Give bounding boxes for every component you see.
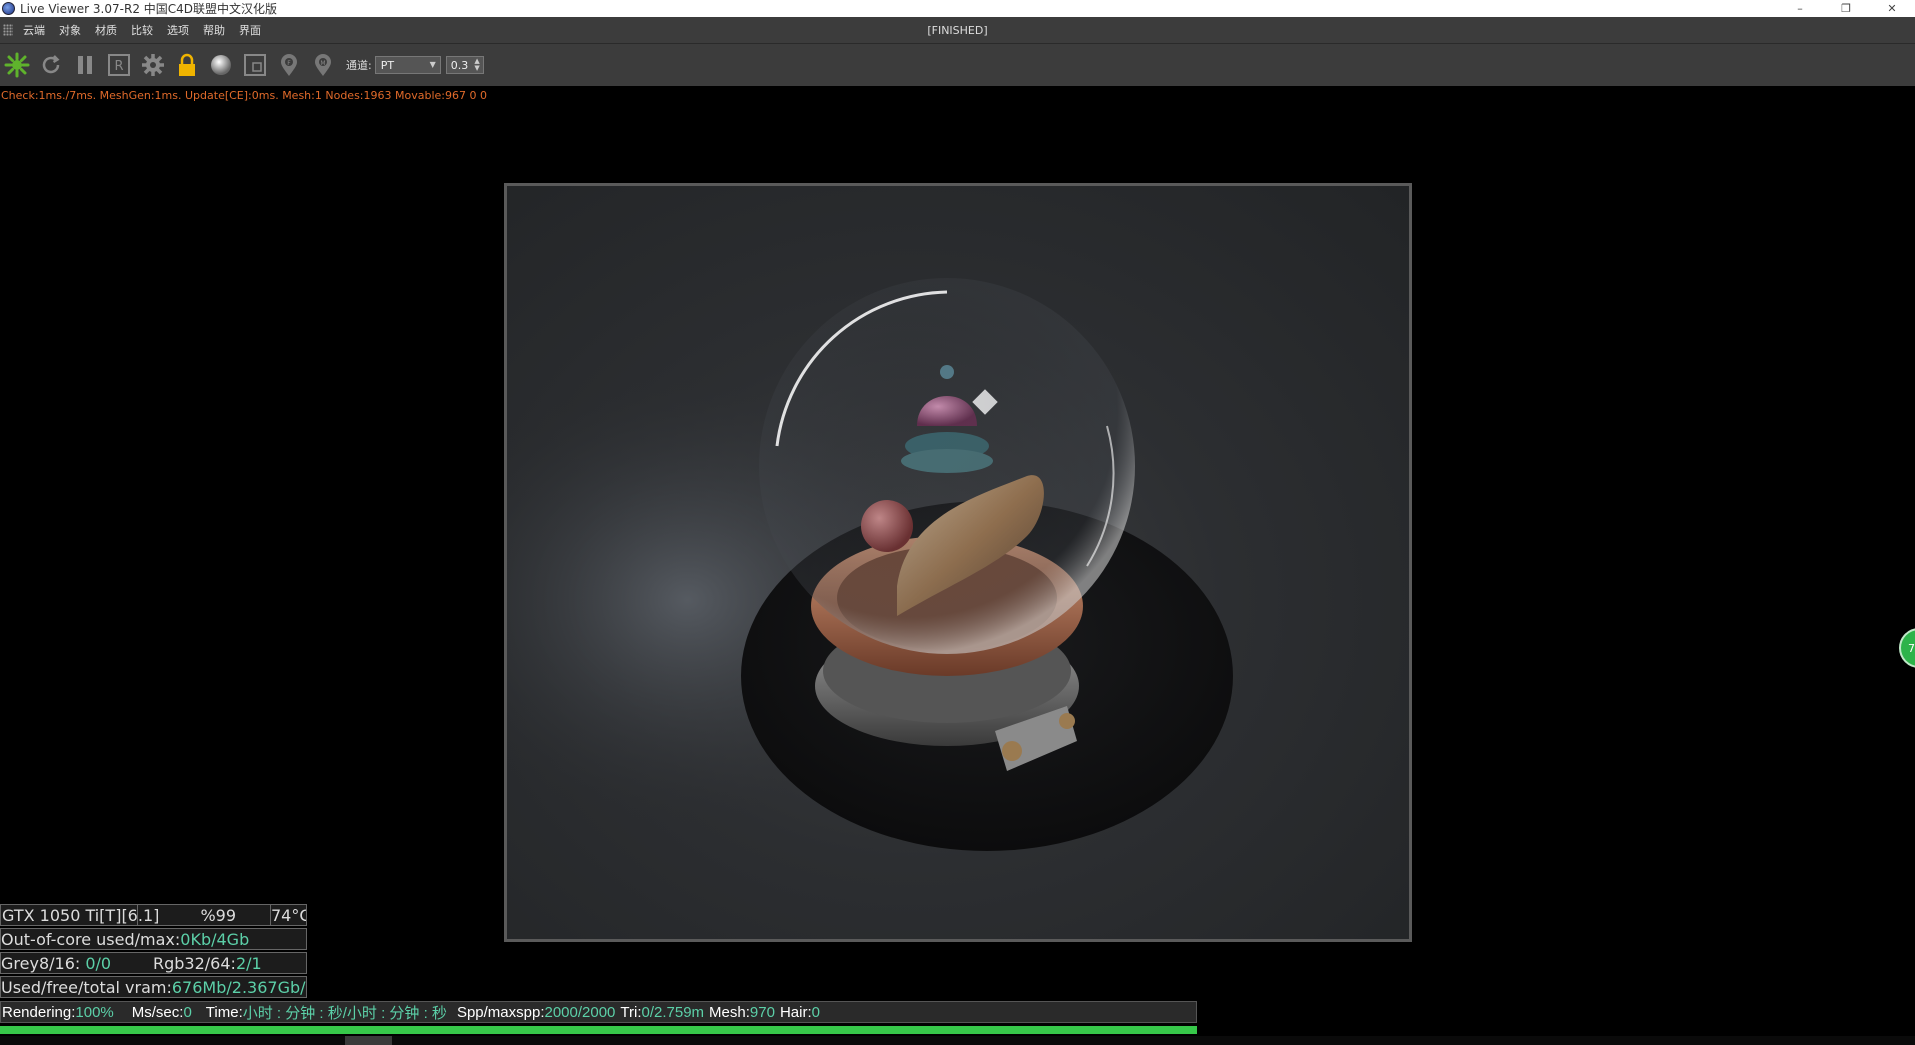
app-logo-icon xyxy=(2,2,15,15)
bottom-strip xyxy=(0,1036,1915,1045)
restore-button[interactable]: ❐ xyxy=(1823,0,1869,17)
mesh-value: 970 xyxy=(749,1003,775,1021)
outofcore-value: 0Kb/4Gb xyxy=(180,929,250,949)
refresh-icon[interactable] xyxy=(36,50,66,80)
rgb-label: Rgb32/64: xyxy=(153,953,236,973)
view-frame-icon[interactable] xyxy=(240,50,270,80)
hair-label: Hair: xyxy=(779,1003,812,1021)
side-float-badge[interactable]: 71 xyxy=(1899,628,1915,668)
outofcore-row: Out-of-core used/max: 0Kb/4Gb xyxy=(0,928,307,950)
menu-objects[interactable]: 对象 xyxy=(59,22,81,38)
rendering-label: Rendering: xyxy=(2,1003,76,1021)
gpu-name: GTX 1050 Ti[T][6.1] xyxy=(2,905,160,925)
vram-label: Used/free/total vram: xyxy=(1,977,172,997)
material-ball-icon[interactable] xyxy=(206,50,236,80)
mssec-value: 0 xyxy=(183,1003,192,1021)
settings-gear-icon[interactable] xyxy=(138,50,168,80)
time-value: 小时 : 分钟 : 秒/小时 : 分钟 : 秒 xyxy=(242,1004,447,1022)
toolbar: R F M 通道: PT ▼ 0.3 ▲ ▼ xyxy=(0,43,1915,86)
render-progress-bar xyxy=(0,1026,1197,1034)
channel-select[interactable]: PT ▼ xyxy=(374,56,441,74)
svg-text:M: M xyxy=(320,60,325,67)
bottom-tab[interactable] xyxy=(345,1036,392,1045)
pause-icon[interactable] xyxy=(70,50,100,80)
outofcore-label: Out-of-core used/max: xyxy=(1,929,181,949)
svg-text:F: F xyxy=(287,60,291,67)
render-status: [FINISHED] xyxy=(927,23,988,37)
material-picker-icon[interactable]: M xyxy=(308,50,338,80)
spp-value: 2000/2000 xyxy=(544,1003,616,1021)
spp-label: Spp/maxspp: xyxy=(456,1003,545,1021)
channel-select-value: PT xyxy=(380,58,395,72)
spin-arrows-icon[interactable]: ▲ ▼ xyxy=(474,58,479,72)
grey-label: Grey8/16: xyxy=(1,953,86,973)
menu-materials[interactable]: 材质 xyxy=(95,22,117,38)
render-viewport[interactable] xyxy=(504,183,1412,942)
menu-help[interactable]: 帮助 xyxy=(203,22,225,38)
gpu-stats-row: GTX 1050 Ti[T][6.1] %99 74°C xyxy=(0,904,307,926)
menu-grip-icon[interactable] xyxy=(3,24,13,36)
mesh-label: Mesh: xyxy=(709,1003,750,1021)
close-button[interactable]: ✕ xyxy=(1869,0,1915,17)
scene-log: Check:1ms./7ms. MeshGen:1ms. Update[CE]:… xyxy=(1,89,487,102)
window-title: Live Viewer 3.07-R2 中国C4D联盟中文汉化版 xyxy=(20,2,278,16)
menu-cloud[interactable]: 云端 xyxy=(23,22,45,38)
tri-value: 0/2.759m xyxy=(641,1003,705,1021)
rgb-value: 2/1 xyxy=(235,953,262,973)
gpu-temperature: 74°C xyxy=(271,905,307,925)
vram-value: 676Mb/2.367Gb/4Gb xyxy=(171,977,306,997)
menu-options[interactable]: 选项 xyxy=(167,22,189,38)
render-progress-fill xyxy=(0,1026,1197,1034)
svg-text:R: R xyxy=(114,59,123,74)
gamma-spinbox-value: 0.3 xyxy=(450,58,469,72)
grey-value: 0/0 xyxy=(85,953,112,973)
title-bar: Live Viewer 3.07-R2 中国C4D联盟中文汉化版 – ❐ ✕ xyxy=(0,0,1915,17)
time-label: Time: xyxy=(205,1003,243,1021)
menu-compare[interactable]: 比较 xyxy=(131,22,153,38)
minimize-button[interactable]: – xyxy=(1777,0,1823,17)
side-badge-value: 71 xyxy=(1908,641,1915,655)
menu-bar: 云端 对象 材质 比较 选项 帮助 界面 [FINISHED] xyxy=(0,17,1915,43)
menu-interface[interactable]: 界面 xyxy=(239,22,261,38)
octane-logo-icon[interactable] xyxy=(2,50,32,80)
mssec-label: Ms/sec: xyxy=(131,1003,184,1021)
gamma-spinbox[interactable]: 0.3 ▲ ▼ xyxy=(445,56,484,74)
rendering-value: 100% xyxy=(75,1003,114,1021)
channel-label: 通道: xyxy=(346,59,372,72)
render-image xyxy=(507,186,1409,939)
render-status-bar: Rendering: 100% Ms/sec: 0 Time: 小时 : 分钟 … xyxy=(0,1001,1197,1023)
gpu-usage: %99 xyxy=(138,905,271,925)
focus-picker-icon[interactable]: F xyxy=(274,50,304,80)
region-render-icon[interactable]: R xyxy=(104,50,134,80)
tri-label: Tri: xyxy=(620,1003,642,1021)
lock-icon[interactable] xyxy=(172,50,202,80)
hair-value: 0 xyxy=(811,1003,820,1021)
texture-row: Grey8/16: 0/0 Rgb32/64: 2/1 xyxy=(0,952,307,974)
vram-row: Used/free/total vram: 676Mb/2.367Gb/4Gb xyxy=(0,976,307,998)
chevron-down-icon: ▼ xyxy=(429,60,436,69)
window-controls: – ❐ ✕ xyxy=(1777,0,1915,17)
